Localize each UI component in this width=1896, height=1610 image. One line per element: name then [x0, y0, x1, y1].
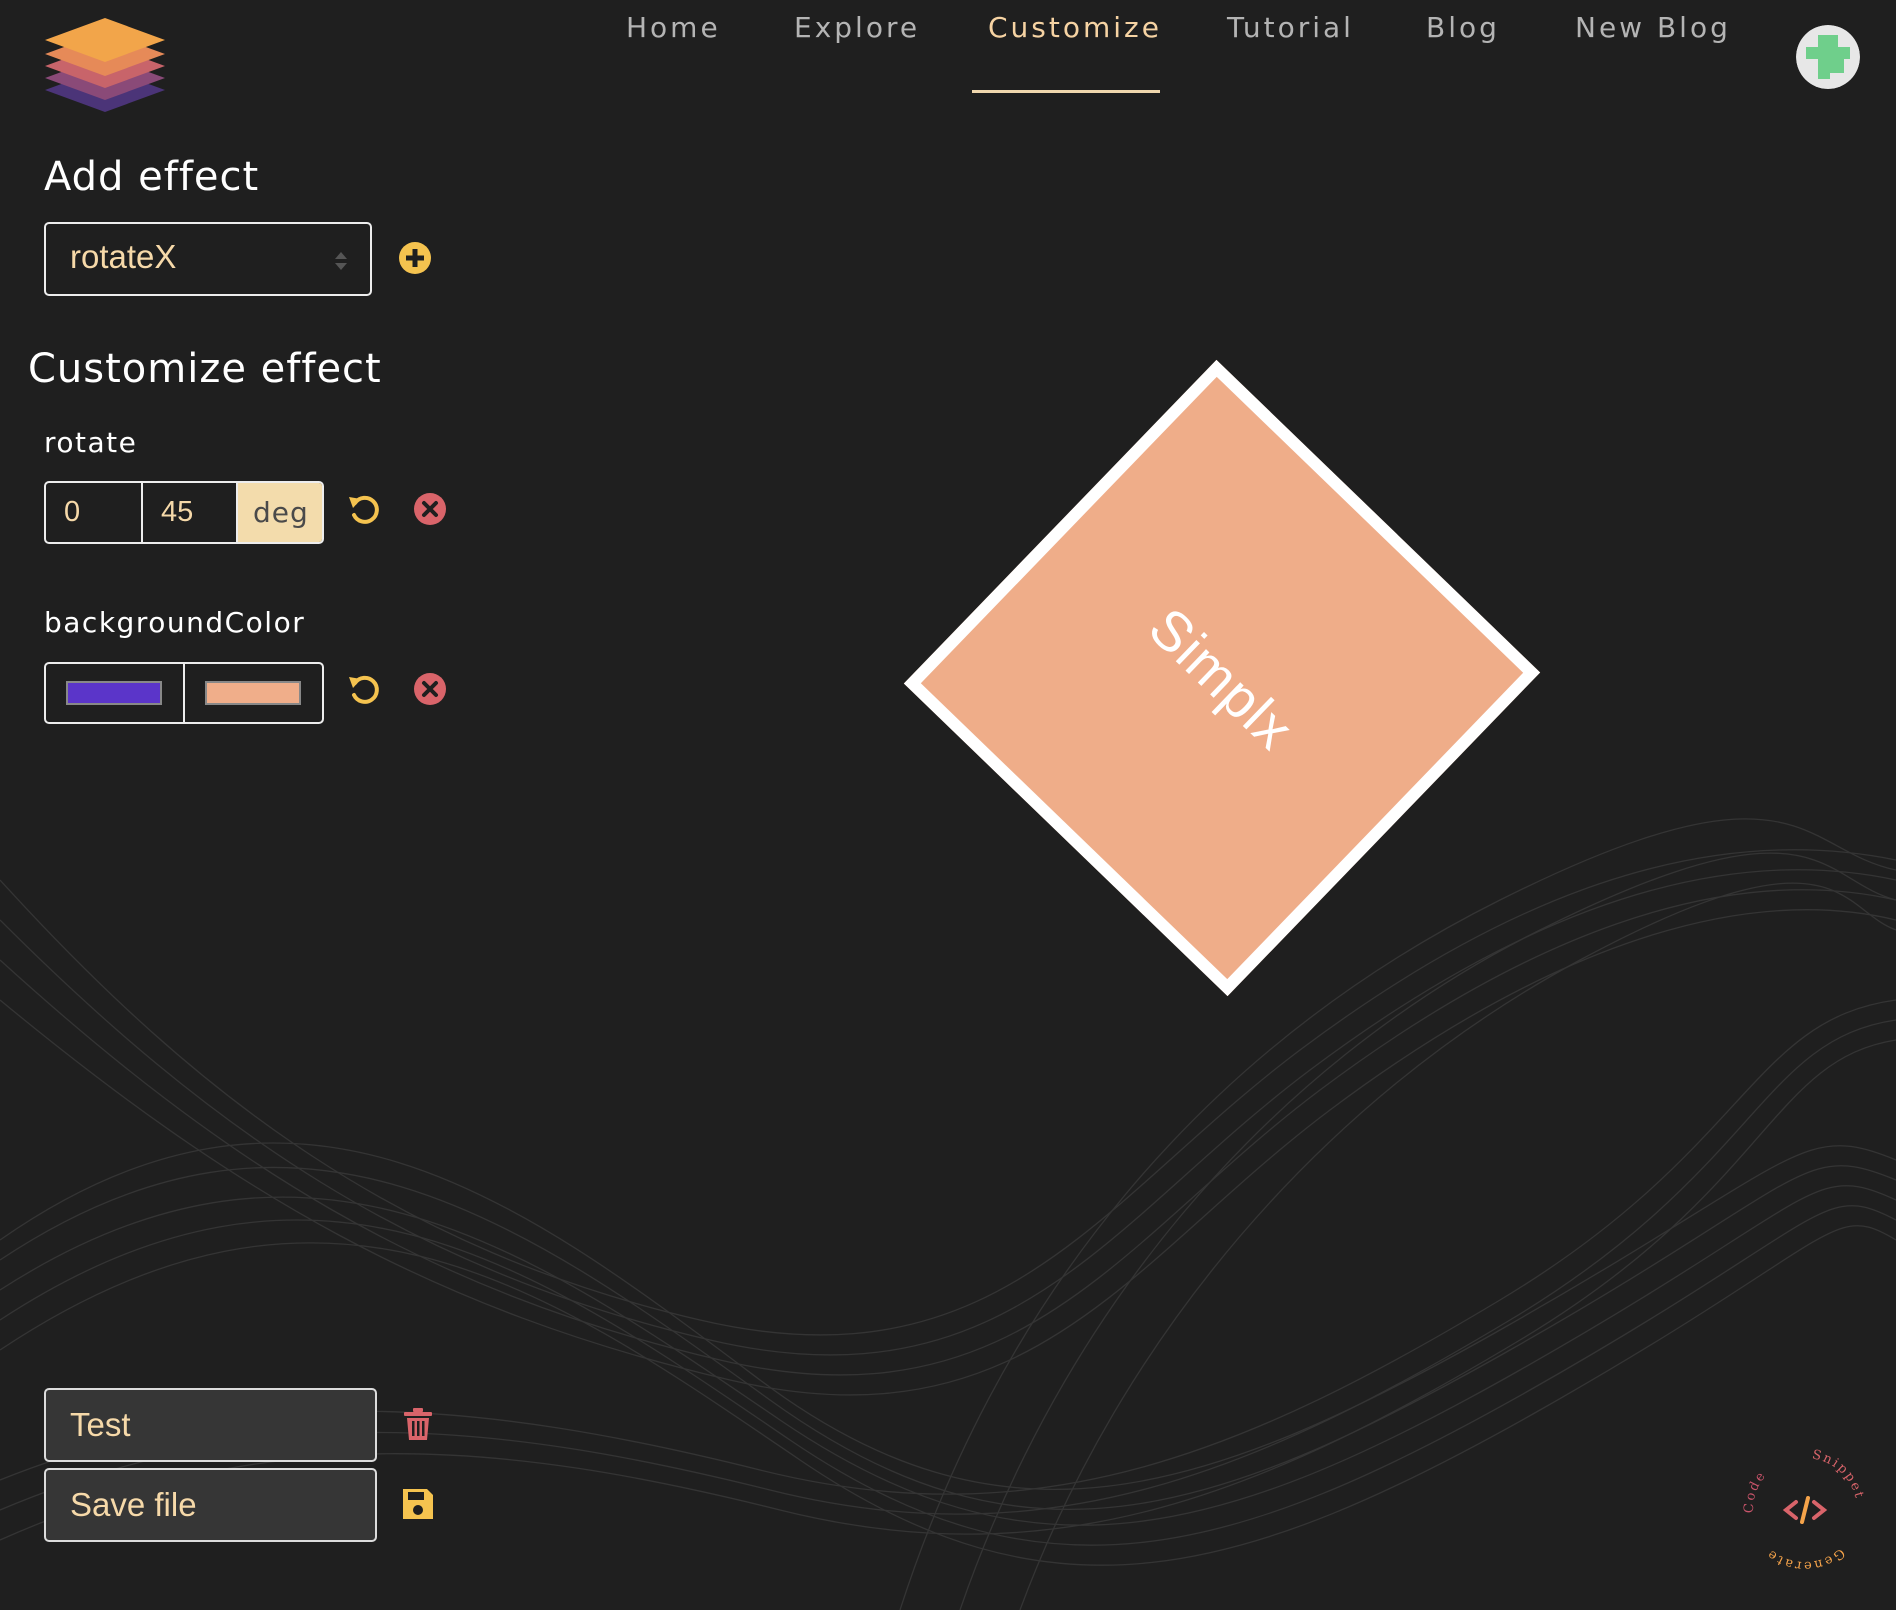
code-snippet-badge[interactable]: Snippet Generate Code — [1740, 1440, 1870, 1590]
save-file-label: Save file — [70, 1486, 197, 1523]
badge-generate-text: Generate — [1763, 1545, 1845, 1573]
color-to-picker[interactable] — [183, 664, 322, 722]
svg-text:Snippet: Snippet — [1811, 1447, 1867, 1501]
close-circle-icon[interactable] — [412, 671, 448, 707]
color-to-swatch — [205, 681, 301, 705]
background-color-label: backgroundColor — [44, 606, 306, 639]
code-brackets-icon — [1782, 1496, 1828, 1524]
close-circle-icon[interactable] — [412, 491, 448, 527]
plus-circle-icon[interactable] — [397, 240, 433, 276]
background-color-input-group — [44, 662, 324, 724]
nav-customize[interactable]: Customize — [988, 0, 1162, 70]
name-input[interactable]: Test — [44, 1388, 377, 1462]
badge-code-text: Code — [1742, 1468, 1768, 1514]
preview-text: Simplx — [1137, 594, 1307, 762]
svg-text:Generate: Generate — [1763, 1545, 1847, 1573]
name-input-value: Test — [70, 1406, 131, 1443]
active-tab-underline — [972, 90, 1160, 93]
nav-new-blog[interactable]: New Blog — [1575, 0, 1731, 70]
rotate-from-input[interactable]: 0 — [46, 483, 141, 542]
badge-snippet-text: Snippet — [1811, 1447, 1865, 1501]
svg-text:Code: Code — [1742, 1468, 1770, 1514]
rotate-input-group: 0 45 deg — [44, 481, 324, 544]
undo-icon[interactable] — [346, 491, 382, 527]
nav-tutorial[interactable]: Tutorial — [1227, 0, 1354, 70]
floppy-disk-icon[interactable] — [400, 1486, 436, 1522]
save-file-button[interactable]: Save file — [44, 1468, 377, 1542]
logo-icon[interactable] — [40, 10, 170, 115]
trash-icon[interactable] — [400, 1406, 436, 1442]
add-effect-title: Add effect — [44, 154, 260, 200]
avatar[interactable] — [1796, 25, 1860, 89]
nav-explore[interactable]: Explore — [794, 0, 920, 70]
effect-select[interactable]: rotateX — [44, 222, 372, 296]
customize-effect-title: Customize effect — [28, 346, 382, 392]
effect-select-value: rotateX — [70, 238, 177, 275]
select-arrows-icon — [335, 252, 347, 270]
rotate-label: rotate — [44, 426, 138, 459]
color-from-picker[interactable] — [46, 664, 183, 722]
rotate-to-input[interactable]: 45 — [141, 483, 236, 542]
undo-icon[interactable] — [346, 671, 382, 707]
preview-square: Simplx — [903, 359, 1541, 997]
rotate-unit: deg — [236, 483, 322, 542]
nav-blog[interactable]: Blog — [1426, 0, 1500, 70]
color-from-swatch — [66, 681, 162, 705]
nav-home[interactable]: Home — [626, 0, 721, 70]
